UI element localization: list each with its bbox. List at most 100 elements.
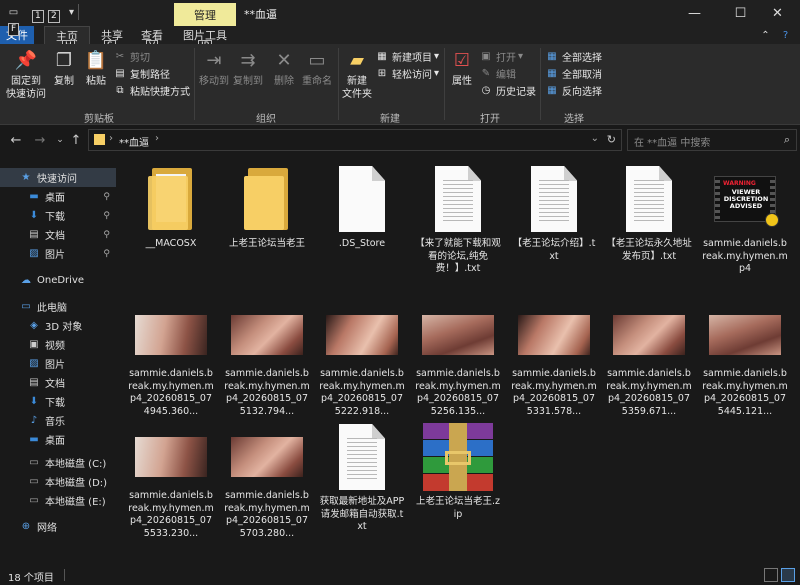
file-item[interactable]: 【来了就能下载和观看的论坛,纯免费！】.txt: [415, 160, 501, 276]
file-item[interactable]: sammie.daniels.break.my.hymen.mp4_202608…: [224, 302, 310, 418]
history-button[interactable]: ◷ 历史记录: [480, 82, 536, 98]
chevron-right-icon: ›: [109, 133, 113, 144]
file-item[interactable]: sammie.daniels.break.my.hymen.mp4_202608…: [224, 424, 310, 540]
group-separator: [338, 48, 339, 120]
address-path: **血逼: [119, 138, 149, 149]
file-item[interactable]: 上老王论坛当老王: [224, 160, 310, 251]
media-player-icon: [765, 213, 779, 227]
rename-button[interactable]: ▭ 重命名: [300, 48, 334, 88]
pin-icon: ⚲: [103, 191, 110, 202]
ribbon-collapse-icon[interactable]: ⌃: [758, 28, 773, 43]
sidebar-item-drive-d[interactable]: ▭ 本地磁盘 (D:): [0, 472, 116, 491]
easy-access-icon: ⊞: [377, 67, 387, 79]
pictures-icon: ▨: [29, 358, 39, 369]
properties-button[interactable]: ☑ 属性: [448, 48, 476, 88]
copy-button[interactable]: ❐ 复制: [50, 48, 78, 88]
file-item[interactable]: 上老王论坛当老王.zip: [415, 418, 501, 521]
sidebar-item-music[interactable]: ♪ 音乐: [0, 411, 116, 430]
sidebar-item-pictures[interactable]: ▨ 图片 ⚲: [0, 244, 116, 263]
folder-icon[interactable]: ▭: [6, 5, 21, 20]
folder-icon: [244, 160, 290, 238]
chevron-down-icon[interactable]: ⌄: [591, 133, 599, 144]
sidebar-item-documents-pc[interactable]: ▤ 文档: [0, 373, 116, 392]
copy-path-button[interactable]: ▤ 复制路径: [114, 65, 170, 81]
help-icon[interactable]: ?: [778, 28, 793, 43]
new-folder-label: 新建 文件夹: [342, 76, 372, 100]
sidebar-item-pictures-pc[interactable]: ▨ 图片: [0, 354, 116, 373]
file-item[interactable]: 【老王论坛介绍】.txt: [511, 160, 597, 263]
refresh-icon[interactable]: ↻: [607, 133, 616, 146]
delete-label: 删除: [274, 76, 294, 87]
file-item[interactable]: __MACOSX: [128, 160, 214, 251]
sidebar-item-desktop-pc[interactable]: ▬ 桌面: [0, 430, 116, 449]
file-item[interactable]: sammie.daniels.break.my.hymen.mp4_202608…: [128, 302, 214, 418]
text-file-icon: [626, 160, 672, 238]
address-bar[interactable]: › **血逼 › ⌄ ↻: [88, 129, 622, 151]
paste-shortcut-button[interactable]: ⧉ 粘贴快捷方式: [114, 82, 190, 98]
up-arrow-icon[interactable]: ↑: [68, 132, 84, 148]
new-item-button[interactable]: ▦ 新建项目 ▾: [376, 48, 439, 64]
file-item[interactable]: .DS_Store: [319, 160, 405, 251]
sidebar-item-drive-c[interactable]: ▭ 本地磁盘 (C:): [0, 453, 116, 472]
file-item[interactable]: WARNING VIEWER DISCRETION ADVISED sammie…: [702, 160, 788, 276]
qat-separator: [78, 4, 79, 20]
qat-dropdown-icon[interactable]: ▾: [64, 5, 79, 20]
close-button[interactable]: ✕: [755, 0, 800, 26]
large-icons-view-icon[interactable]: [781, 568, 795, 582]
move-to-label: 移动到: [199, 76, 229, 87]
select-all-button[interactable]: ▦ 全部选择: [546, 48, 602, 64]
sidebar-item-3d-objects[interactable]: ◈ 3D 对象: [0, 316, 116, 335]
warning-text: WARNING: [723, 180, 756, 187]
file-item[interactable]: 获取最新地址及APP请发邮箱自动获取.txt: [319, 418, 405, 534]
file-item[interactable]: sammie.daniels.break.my.hymen.mp4_202608…: [128, 424, 214, 540]
drive-icon: ▭: [29, 476, 39, 487]
sidebar-item-onedrive[interactable]: ☁ OneDrive: [0, 271, 116, 290]
minimize-button[interactable]: —: [672, 0, 717, 26]
select-none-button[interactable]: ▦ 全部取消: [546, 65, 602, 81]
sidebar-item-quick-access[interactable]: ★ 快速访问: [0, 168, 116, 187]
file-item[interactable]: sammie.daniels.break.my.hymen.mp4_202608…: [511, 302, 597, 418]
sidebar-item-label: 图片: [45, 360, 65, 371]
back-arrow-icon[interactable]: ←: [8, 132, 24, 148]
move-to-button[interactable]: ⇥ 移动到: [198, 48, 230, 88]
delete-button[interactable]: ✕ 删除: [270, 48, 298, 88]
group-label-open: 打开: [480, 114, 500, 125]
sidebar-item-drive-e[interactable]: ▭ 本地磁盘 (E:): [0, 491, 116, 510]
sidebar-item-downloads[interactable]: ⬇ 下载 ⚲: [0, 206, 116, 225]
pin-quick-access-button[interactable]: 📌 固定到 快速访问: [6, 48, 46, 101]
context-tab-manage[interactable]: 管理: [174, 3, 236, 26]
file-name: .DS_Store: [338, 238, 386, 249]
sidebar-item-this-pc[interactable]: ▭ 此电脑: [0, 297, 116, 316]
edit-button[interactable]: ✎ 编辑: [480, 65, 516, 81]
search-input[interactable]: 在 **血逼 中搜索 ⌕: [627, 129, 797, 151]
sidebar-item-label: 下载: [45, 398, 65, 409]
file-item[interactable]: sammie.daniels.break.my.hymen.mp4_202608…: [606, 302, 692, 418]
search-placeholder: 在 **血逼 中搜索: [634, 138, 711, 149]
new-folder-button[interactable]: ▰ 新建 文件夹: [340, 48, 374, 101]
forward-arrow-icon[interactable]: →: [32, 132, 48, 148]
sidebar-item-downloads-pc[interactable]: ⬇ 下载: [0, 392, 116, 411]
open-button[interactable]: ▣ 打开 ▾: [480, 48, 523, 64]
file-name: sammie.daniels.break.my.hymen.mp4_202608…: [511, 368, 597, 417]
easy-access-button[interactable]: ⊞ 轻松访问 ▾: [376, 65, 439, 81]
invert-selection-button[interactable]: ▦ 反向选择: [546, 82, 602, 98]
file-item[interactable]: sammie.daniels.break.my.hymen.mp4_202608…: [702, 302, 788, 418]
pin-label: 固定到 快速访问: [6, 76, 46, 100]
sidebar-item-documents[interactable]: ▤ 文档 ⚲: [0, 225, 116, 244]
video-icon: ▣: [29, 339, 39, 350]
details-view-icon[interactable]: [764, 568, 778, 582]
file-item[interactable]: 【老王论坛永久地址发布页】.txt: [606, 160, 692, 263]
recent-locations-icon[interactable]: ⌄: [52, 132, 68, 148]
new-item-icon: ▦: [377, 50, 387, 62]
file-item[interactable]: sammie.daniels.break.my.hymen.mp4_202608…: [319, 302, 405, 418]
sidebar-item-network[interactable]: ⊕ 网络: [0, 517, 116, 536]
copy-to-button[interactable]: ⇉ 复制到: [232, 48, 264, 88]
sidebar-item-label: 文档: [45, 231, 65, 242]
sidebar-item-desktop[interactable]: ▬ 桌面 ⚲: [0, 187, 116, 206]
archive-icon: [423, 418, 493, 496]
sidebar-item-videos[interactable]: ▣ 视频: [0, 335, 116, 354]
cut-button[interactable]: ✂ 剪切: [114, 48, 150, 64]
sidebar-item-label: 本地磁盘 (D:): [45, 478, 108, 489]
file-item[interactable]: sammie.daniels.break.my.hymen.mp4_202608…: [415, 302, 501, 418]
paste-button[interactable]: 📋 粘贴: [82, 48, 110, 88]
